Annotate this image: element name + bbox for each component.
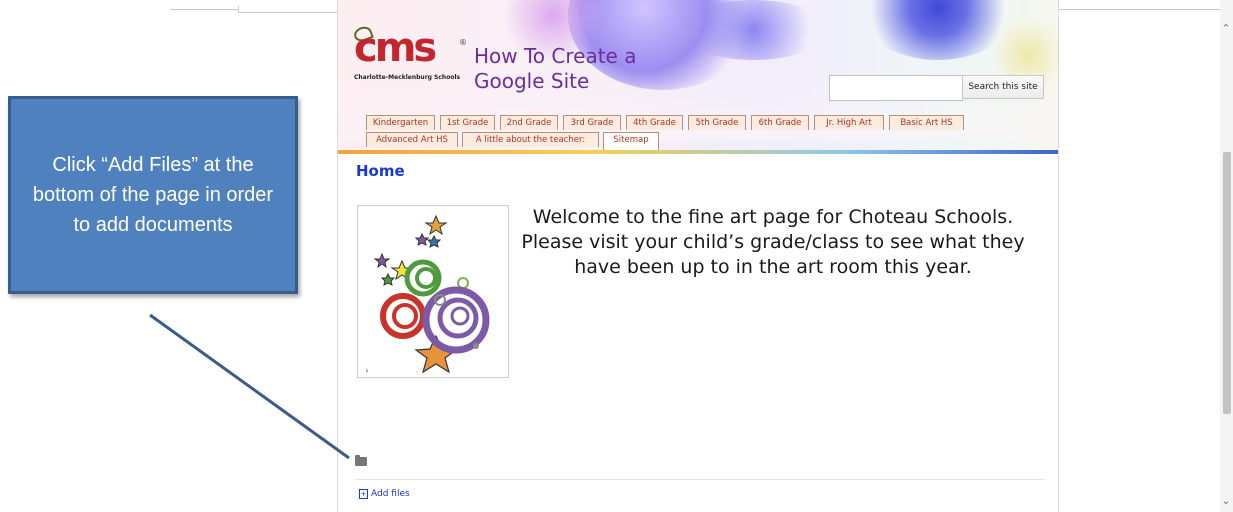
tab-5th-grade[interactable]: 5th Grade bbox=[688, 115, 746, 130]
site-title[interactable]: How To Create a Google Site bbox=[474, 44, 714, 94]
welcome-text: Welcome to the fine art page for Choteau… bbox=[521, 206, 1025, 278]
logo-subtext: Charlotte-Mecklenburg Schools bbox=[354, 74, 461, 81]
google-site-page: cms ® Charlotte-Mecklenburg Schools How … bbox=[337, 0, 1059, 512]
tab-2nd-grade[interactable]: 2nd Grade bbox=[500, 115, 558, 130]
tab-4th-grade[interactable]: 4th Grade bbox=[626, 115, 683, 130]
tab-sitemap[interactable]: Sitemap bbox=[603, 132, 659, 150]
svg-text:k: k bbox=[366, 368, 369, 373]
chevron-down-icon[interactable]: ⌄ bbox=[1221, 494, 1231, 508]
art-swirls-stars-image: k .. bbox=[366, 214, 490, 374]
instruction-callout: Click “Add Files” at the bottom of the p… bbox=[8, 96, 298, 294]
search-input[interactable] bbox=[829, 75, 963, 101]
tab-1st-grade[interactable]: 1st Grade bbox=[440, 115, 495, 130]
folder-icon bbox=[355, 455, 367, 466]
add-file-icon: + bbox=[359, 489, 368, 499]
tab-advanced-art-hs[interactable]: Advanced Art HS bbox=[366, 132, 458, 147]
tab-basic-art-hs[interactable]: Basic Art HS bbox=[889, 115, 964, 130]
svg-text:..: .. bbox=[416, 368, 419, 373]
tab-3rd-grade[interactable]: 3rd Grade bbox=[563, 115, 621, 130]
add-files-button[interactable]: + Add files bbox=[359, 489, 410, 499]
header-color-strip bbox=[338, 150, 1058, 154]
tab-kindergarten[interactable]: Kindergarten bbox=[366, 115, 435, 130]
chevron-up-icon[interactable]: ⌃ bbox=[1221, 22, 1231, 36]
tab-6th-grade[interactable]: 6th Grade bbox=[751, 115, 809, 130]
add-files-label: Add files bbox=[371, 489, 410, 499]
logo-registered-mark: ® bbox=[459, 38, 467, 47]
site-logo[interactable]: cms bbox=[354, 23, 437, 73]
page-title: Home bbox=[356, 162, 405, 180]
search-button[interactable]: Search this site bbox=[962, 75, 1044, 99]
tab-about-teacher[interactable]: A little about the teacher: bbox=[462, 132, 599, 147]
tab-jr-high-art[interactable]: Jr. High Art bbox=[814, 115, 884, 130]
site-title-line1: How To Create a bbox=[474, 44, 637, 68]
site-title-line2: Google Site bbox=[474, 69, 590, 93]
callout-text: Click “Add Files” at the bottom of the p… bbox=[32, 154, 274, 236]
scrollbar-thumb[interactable] bbox=[1223, 152, 1231, 414]
art-image: k .. bbox=[357, 205, 509, 378]
attachments-divider bbox=[355, 479, 1045, 480]
site-header: cms ® Charlotte-Mecklenburg Schools How … bbox=[338, 0, 1058, 154]
